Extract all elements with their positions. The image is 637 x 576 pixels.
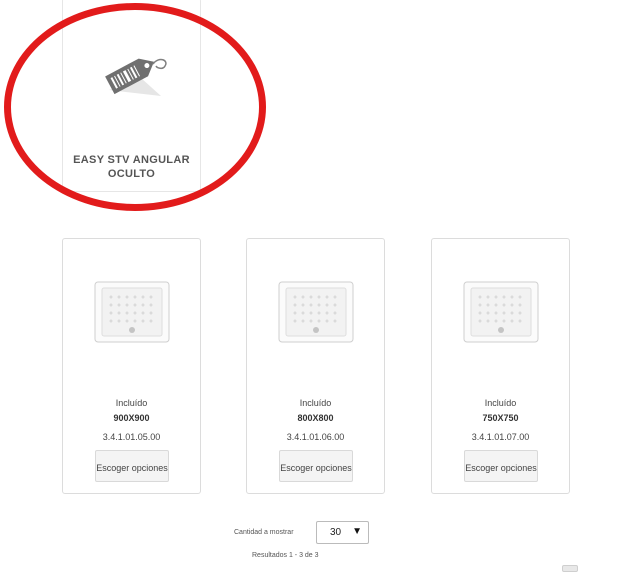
shower-tray-icon: [278, 281, 354, 343]
product-title[interactable]: EASY STV ANGULAR OCULTO: [62, 153, 201, 181]
caret-down-icon: ▼: [352, 526, 362, 537]
product-card[interactable]: Incluído 800X800 3.4.1.01.06.00 Escoger …: [246, 238, 385, 494]
product-size[interactable]: 800X800: [247, 413, 384, 423]
product-size[interactable]: 900X900: [63, 413, 200, 423]
shower-tray-icon: [463, 281, 539, 343]
quantity-label: Cantidad a mostrar: [234, 529, 294, 536]
product-label: Incluído: [484, 398, 517, 408]
quantity-value: 30: [330, 527, 342, 538]
product-card[interactable]: Incluído 900X900 3.4.1.01.05.00 Escoger …: [62, 238, 201, 494]
product-code: 3.4.1.01.05.00: [102, 432, 161, 442]
product-card[interactable]: Incluído 750X750 3.4.1.01.07.00 Escoger …: [431, 238, 570, 494]
results-count: Resultados 1 - 3 de 3: [252, 552, 319, 559]
product-label: Incluído: [115, 398, 148, 408]
choose-options-button[interactable]: Escoger opciones: [95, 450, 169, 482]
product-code: 3.4.1.01.07.00: [471, 432, 530, 442]
product-label: Incluído: [299, 398, 332, 408]
price-tag-icon: [105, 58, 167, 96]
choose-options-button[interactable]: Escoger opciones: [464, 450, 538, 482]
product-code: 3.4.1.01.06.00: [286, 432, 345, 442]
shower-tray-icon: [94, 281, 170, 343]
quantity-select[interactable]: 30 ▼: [316, 521, 369, 544]
product-size[interactable]: 750X750: [432, 413, 569, 423]
scroll-handle[interactable]: [562, 565, 578, 572]
choose-options-button[interactable]: Escoger opciones: [279, 450, 353, 482]
